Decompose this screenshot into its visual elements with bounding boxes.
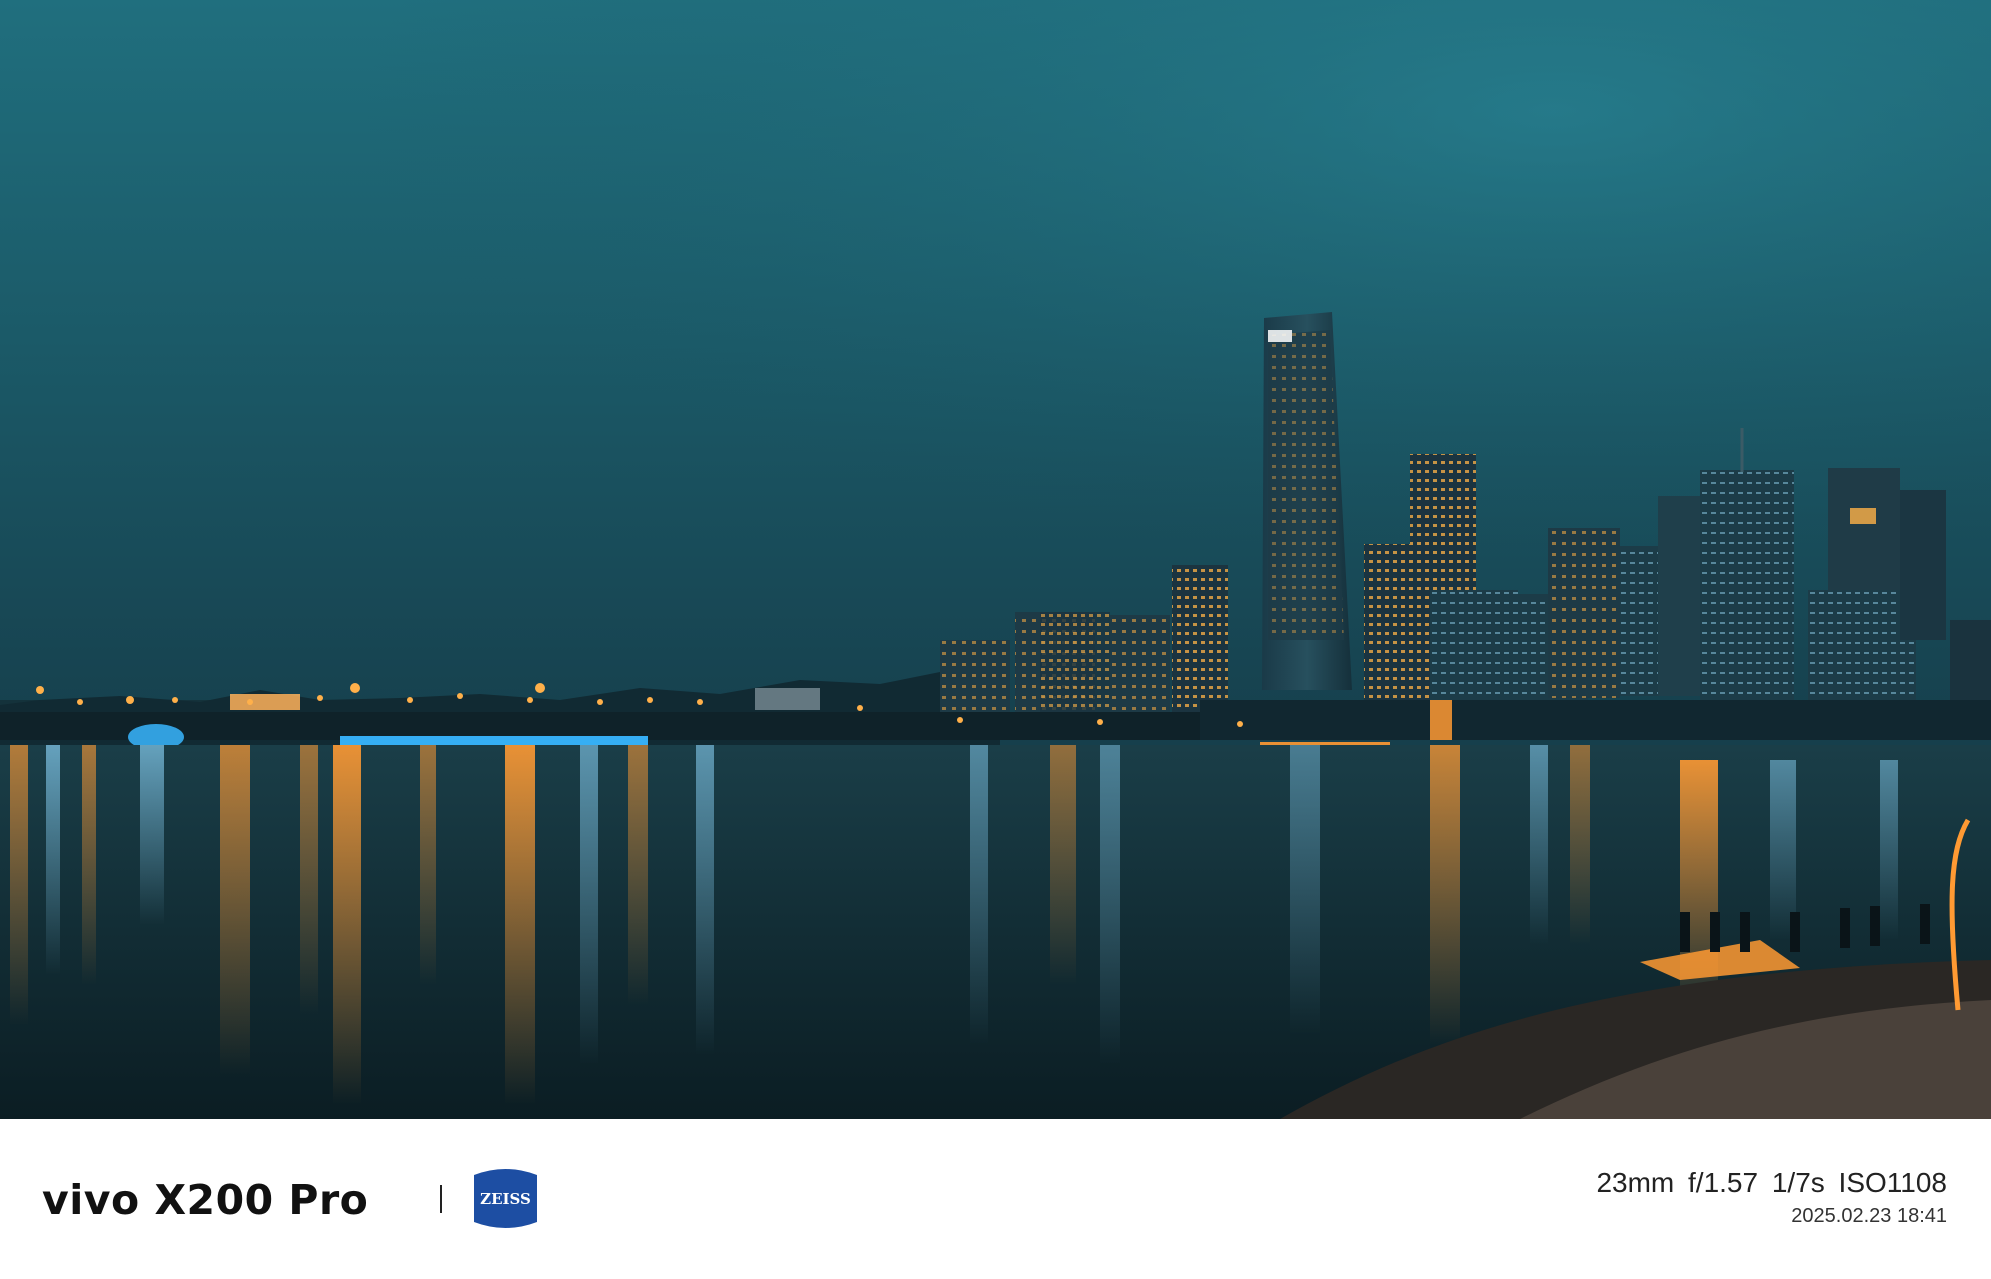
photo-frame: vivo X200 Pro ZEISS 23mm f/1.57 1/7s ISO…: [0, 0, 1991, 1279]
exif-block: 23mm f/1.57 1/7s ISO1108 2025.02.23 18:4…: [1596, 1164, 1947, 1230]
svg-text:ZEISS: ZEISS: [480, 1190, 531, 1208]
zeiss-logo: ZEISS: [474, 1169, 537, 1228]
exif-datetime: 2025.02.23 18:41: [1791, 1205, 1947, 1227]
skyline-photo: [0, 0, 1991, 1119]
watermark-divider: [440, 1185, 442, 1213]
camera-model-label: vivo X200 Pro: [42, 1176, 369, 1224]
skyline-photo-image: [0, 0, 1991, 1119]
exif-parameters: 23mm f/1.57 1/7s ISO1108: [1596, 1167, 1947, 1198]
